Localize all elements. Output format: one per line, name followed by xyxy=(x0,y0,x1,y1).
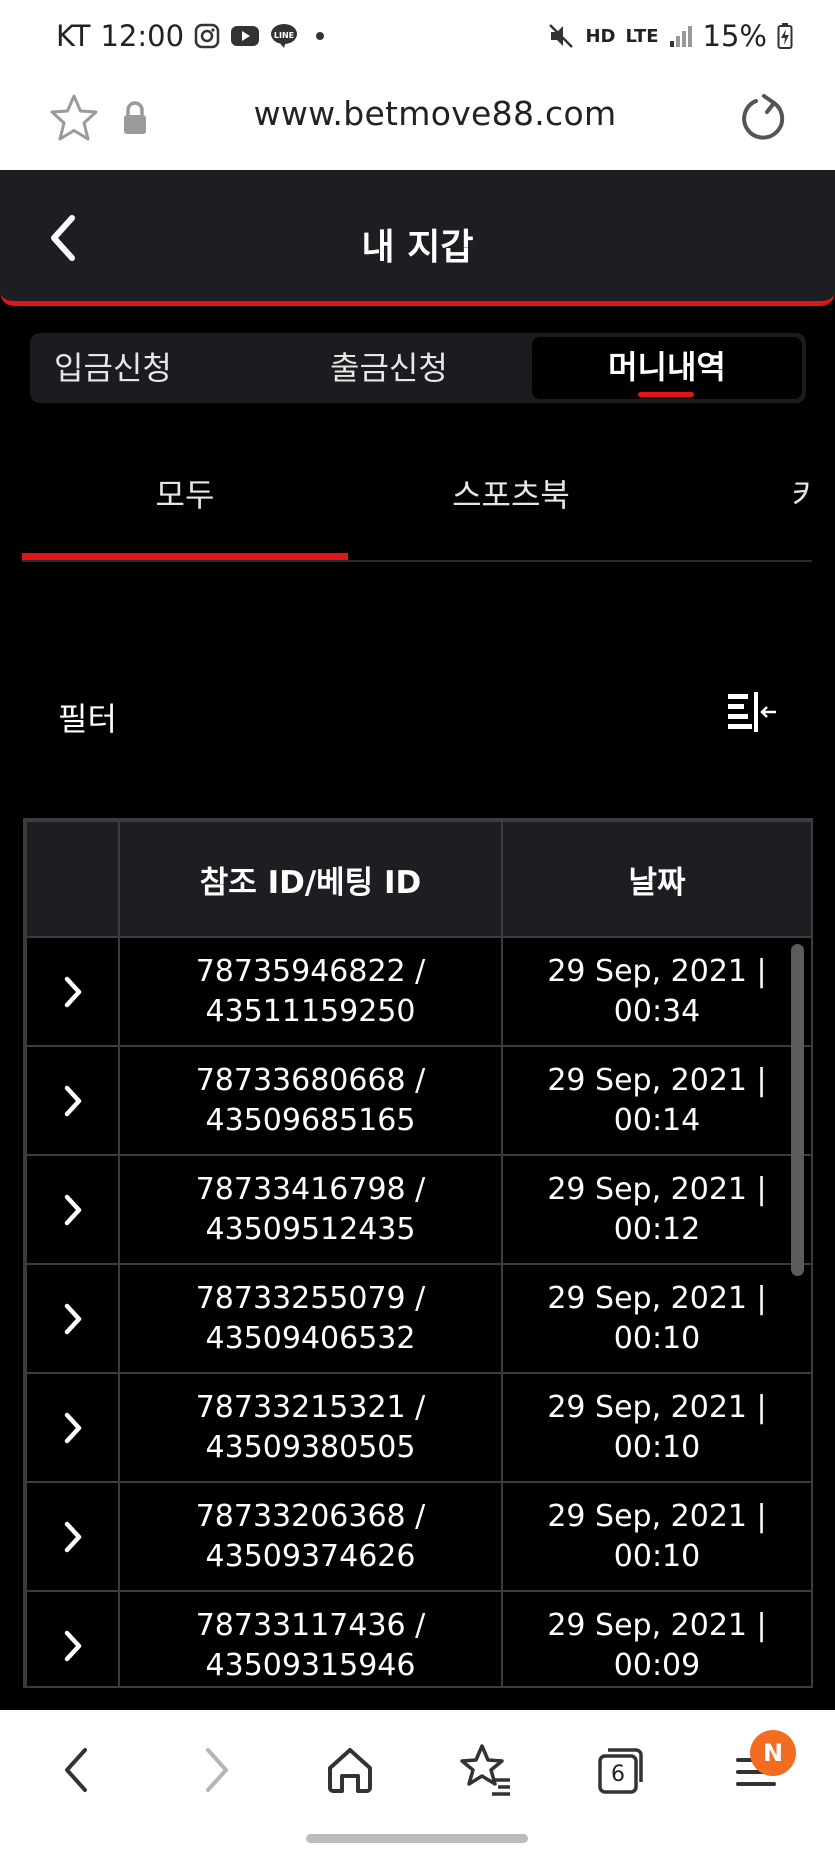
active-tab-indicator xyxy=(638,392,694,397)
lock-icon xyxy=(122,100,148,136)
chevron-right-icon xyxy=(64,1085,81,1117)
browser-url-bar: www.betmove88.com xyxy=(0,72,835,170)
tab-count: 6 xyxy=(611,1761,625,1787)
app-header: 내 지갑 xyxy=(0,170,835,306)
instagram-icon xyxy=(194,23,220,49)
browser-back-icon[interactable] xyxy=(45,1738,109,1802)
signal-icon xyxy=(669,24,693,48)
gesture-bar xyxy=(306,1834,528,1843)
date-cell: 29 Sep, 2021 | 00:34 xyxy=(501,936,811,1047)
battery-charging-icon xyxy=(777,22,793,50)
reference-id-cell: 78733206368 /43509374626 xyxy=(118,1481,503,1592)
line-icon: LINE xyxy=(270,22,298,50)
battery-level: 15% xyxy=(702,19,767,53)
lte-icon: LTE xyxy=(625,25,659,47)
menu-notification-badge: N xyxy=(750,1730,796,1776)
chevron-right-icon xyxy=(64,1630,81,1662)
reference-id-cell: 78733416798 /43509512435 xyxy=(118,1154,503,1265)
history-sub-tabs: 모두 스포츠북 카 xyxy=(22,450,812,562)
chevron-right-icon xyxy=(64,1194,81,1226)
reference-id-cell: 78735946822 /43511159250 xyxy=(118,936,503,1047)
table-row[interactable]: 78733206368 /43509374626 29 Sep, 2021 | 0… xyxy=(25,1481,811,1592)
table-scrollbar[interactable] xyxy=(791,944,804,1276)
reload-icon[interactable] xyxy=(734,90,790,146)
row-expand-button[interactable] xyxy=(25,1263,120,1374)
active-subtab-indicator xyxy=(22,553,348,560)
date-cell: 29 Sep, 2021 | 00:10 xyxy=(501,1481,811,1592)
table-row[interactable]: 78735946822 /43511159250 29 Sep, 2021 | 0… xyxy=(25,936,811,1047)
reference-id-cell: 78733680668 /43509685165 xyxy=(118,1045,503,1156)
notification-dot-icon xyxy=(316,32,325,40)
carrier-label: KT xyxy=(56,19,91,53)
table-row[interactable]: 78733215321 /43509380505 29 Sep, 2021 | 0… xyxy=(25,1372,811,1483)
subtab-all[interactable]: 모두 xyxy=(22,470,348,516)
column-reference-id: 참조 ID/베팅 ID xyxy=(118,820,503,938)
chevron-right-icon xyxy=(64,1521,81,1553)
clock: 12:00 xyxy=(100,19,185,53)
reference-id-cell: 78733117436 /43509315946 xyxy=(118,1590,503,1686)
reference-id-cell: 78733215321 /43509380505 xyxy=(118,1372,503,1483)
page-title: 내 지갑 xyxy=(361,227,474,268)
chevron-right-icon xyxy=(64,976,81,1008)
money-history-table: 참조 ID/베팅 ID 날짜 78735946822 /43511159250 … xyxy=(23,818,813,1688)
table-header-row: 참조 ID/베팅 ID 날짜 xyxy=(25,820,811,938)
row-expand-button[interactable] xyxy=(25,1154,120,1265)
status-bar-left: KT 12:00 LINE xyxy=(56,19,325,53)
date-cell: 29 Sep, 2021 | 00:12 xyxy=(501,1154,811,1265)
row-expand-button[interactable] xyxy=(25,936,120,1047)
bookmark-star-icon[interactable] xyxy=(48,92,100,144)
table-row[interactable]: 78733117436 /43509315946 29 Sep, 2021 | 0… xyxy=(25,1590,811,1686)
status-bar: KT 12:00 LINE HD LTE 15% xyxy=(0,0,835,72)
date-cell: 29 Sep, 2021 | 00:10 xyxy=(501,1372,811,1483)
svg-text:LINE: LINE xyxy=(274,31,294,40)
date-cell: 29 Sep, 2021 | 00:10 xyxy=(501,1263,811,1374)
column-expand xyxy=(25,820,120,938)
page: KT 12:00 LINE HD LTE 15% www.betmove88.c… xyxy=(0,0,835,1856)
subtab-casino[interactable]: 카 xyxy=(792,470,812,516)
chevron-right-icon xyxy=(64,1303,81,1335)
table-row[interactable]: 78733680668 /43509685165 29 Sep, 2021 | 0… xyxy=(25,1045,811,1156)
filter-label: 필터 xyxy=(58,700,117,738)
youtube-icon xyxy=(230,24,260,48)
row-expand-button[interactable] xyxy=(25,1372,120,1483)
tab-money-history[interactable]: 머니내역 xyxy=(532,337,802,399)
row-expand-button[interactable] xyxy=(25,1590,120,1686)
url-text[interactable]: www.betmove88.com xyxy=(190,94,680,133)
tabs-icon[interactable]: 6 xyxy=(588,1738,652,1802)
reference-id-cell: 78733255079 /43509406532 xyxy=(118,1263,503,1374)
subtab-sportsbook[interactable]: 스포츠북 xyxy=(348,470,674,516)
status-bar-right: HD LTE 15% xyxy=(547,19,793,53)
home-icon[interactable] xyxy=(318,1738,382,1802)
hd-icon: HD xyxy=(585,25,616,47)
row-expand-button[interactable] xyxy=(25,1481,120,1592)
browser-forward-icon[interactable] xyxy=(184,1738,248,1802)
tab-deposit-request[interactable]: 입금신청 xyxy=(54,333,172,403)
chevron-right-icon xyxy=(64,1412,81,1444)
column-date: 날짜 xyxy=(501,820,811,938)
wallet-tabs: 입금신청 출금신청 머니내역 xyxy=(30,333,806,403)
date-cell: 29 Sep, 2021 | 00:09 xyxy=(501,1590,811,1686)
table-row[interactable]: 78733255079 /43509406532 29 Sep, 2021 | 0… xyxy=(25,1263,811,1374)
filter-toggle-icon[interactable] xyxy=(726,690,778,736)
tab-withdraw-request[interactable]: 출금신청 xyxy=(330,333,448,403)
browser-bottom-nav: 6 N xyxy=(0,1710,835,1856)
date-cell: 29 Sep, 2021 | 00:14 xyxy=(501,1045,811,1156)
table-row[interactable]: 78733416798 /43509512435 29 Sep, 2021 | 0… xyxy=(25,1154,811,1265)
mute-icon xyxy=(547,22,575,50)
row-expand-button[interactable] xyxy=(25,1045,120,1156)
bookmarks-icon[interactable] xyxy=(454,1738,518,1802)
